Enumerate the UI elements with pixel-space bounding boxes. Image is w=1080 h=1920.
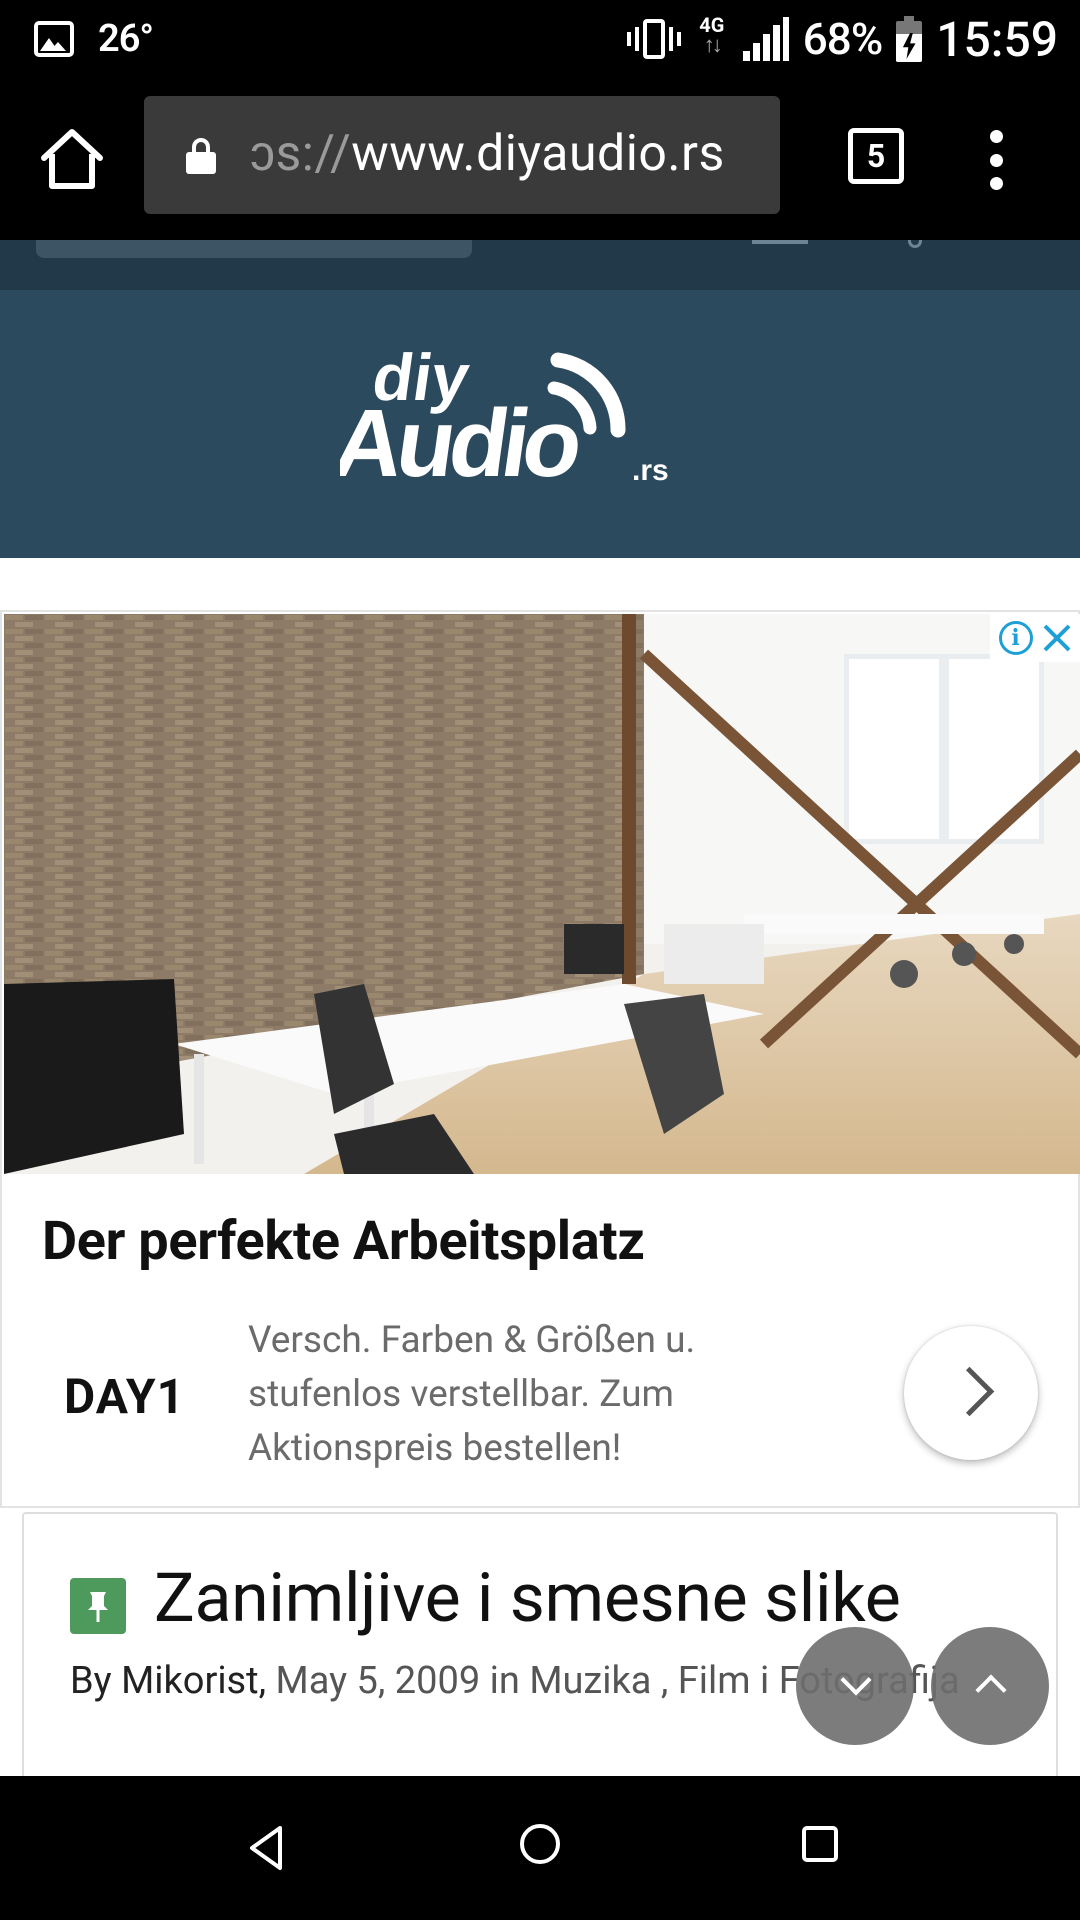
scroll-up-button[interactable] [931, 1627, 1049, 1745]
lock-icon[interactable] [186, 138, 216, 174]
tab-switcher-button[interactable]: 5 [848, 128, 904, 184]
ad-body-text: Versch. Farben & Größen u. stufenlos ver… [248, 1319, 696, 1470]
site-search-box[interactable] [36, 240, 472, 258]
status-right: 4G ↑↓ 68% 15:59 [626, 8, 1058, 70]
home-icon[interactable] [36, 124, 108, 196]
vibrate-icon [626, 17, 681, 61]
back-icon[interactable] [240, 1820, 296, 1876]
ad-brand: DAY1 [64, 1368, 186, 1425]
ad-badges: i [990, 614, 1080, 662]
site-header: diy Audio .rs [0, 290, 1080, 558]
system-nav-bar [0, 1776, 1080, 1920]
scroll-down-button[interactable] [796, 1627, 914, 1745]
site-logo[interactable]: diy Audio .rs [327, 330, 740, 520]
home-circle-icon[interactable] [520, 1824, 560, 1864]
status-left: 26° [34, 14, 154, 64]
clock: 15:59 [936, 10, 1058, 68]
logo-tld-text: .rs [632, 454, 669, 487]
menu-icon[interactable] [752, 240, 808, 244]
network-type-icon: 4G ↑↓ [699, 13, 725, 58]
browser-toolbar: ɔs://www.diyaudio.rs 5 [0, 78, 1080, 240]
status-bar: 26° 4G ↑↓ 68% 15:59 [0, 0, 1080, 78]
topic-date: May 5, 2009 [275, 1659, 481, 1703]
ad-image-office[interactable]: i [4, 614, 1080, 1174]
ad-headline[interactable]: Der perfekte Arbeitsplatz [42, 1210, 645, 1273]
pin-icon [70, 1578, 126, 1634]
by-label: By [70, 1659, 112, 1703]
advertisement[interactable]: i Der perfekte Arbeitsplatz DAY1 Versch.… [0, 610, 1080, 1508]
url-scheme: ɔs:// [250, 125, 352, 183]
image-notification-icon [34, 21, 74, 57]
battery-charging-icon [896, 16, 923, 62]
site-nav-strip [0, 240, 1080, 290]
topic-card: Zanimljive i smesne slike By Mikorist, M… [22, 1512, 1058, 1782]
topic-title[interactable]: Zanimljive i smesne slike [154, 1558, 901, 1638]
in-label: in [489, 1659, 520, 1703]
logo-main-text: Audio [340, 390, 587, 496]
close-icon[interactable] [1042, 623, 1072, 653]
url-text[interactable]: ɔs://www.diyaudio.rs [250, 124, 725, 183]
info-icon[interactable]: i [998, 621, 1033, 655]
search-icon[interactable] [908, 240, 922, 248]
address-bar[interactable]: ɔs://www.diyaudio.rs [144, 96, 780, 214]
battery-percent: 68% [802, 13, 883, 65]
ad-cta-button[interactable] [904, 1326, 1038, 1460]
temperature: 26° [98, 17, 154, 61]
recents-icon[interactable] [802, 1826, 838, 1862]
signal-icon [742, 17, 789, 61]
url-host: www.diyaudio.rs [351, 125, 725, 183]
topic-author[interactable]: Mikorist, [121, 1659, 266, 1703]
more-vert-icon[interactable] [986, 130, 1006, 190]
